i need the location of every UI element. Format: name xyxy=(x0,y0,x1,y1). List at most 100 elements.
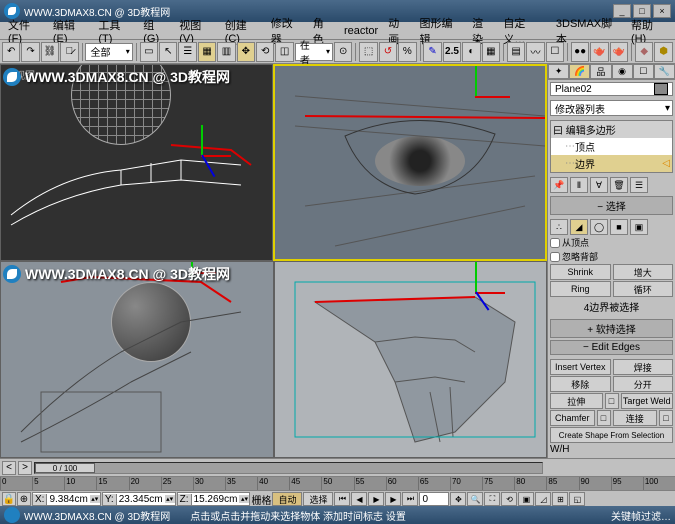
tab-utils[interactable]: 🔧 xyxy=(654,64,675,79)
tab-motion[interactable]: ◉ xyxy=(612,64,633,79)
insert-vertex-button[interactable]: Insert Vertex xyxy=(550,359,611,375)
select-name-button[interactable]: ☰ xyxy=(178,42,196,62)
coord-y[interactable]: Y:23.345cm▴▾ xyxy=(102,492,176,506)
filter-button[interactable]: ▥ xyxy=(217,42,235,62)
move-gizmo-br[interactable] xyxy=(475,292,515,332)
pin-stack-icon[interactable]: 📌 xyxy=(550,177,568,193)
stack-vertex[interactable]: ⋯ 顶点 xyxy=(551,138,672,155)
rollout-selection[interactable]: − 选择 xyxy=(550,196,673,215)
render-setup-button[interactable]: 🫖 xyxy=(590,42,608,62)
coord-dropdown[interactable]: 在者 xyxy=(295,43,333,61)
viewport-bottom-right[interactable] xyxy=(274,261,548,458)
by-vertex-check[interactable] xyxy=(550,238,560,248)
connect-button[interactable]: 连接 xyxy=(613,410,658,426)
pan-view-icon[interactable]: ✥ xyxy=(450,492,466,506)
tab-display[interactable]: ☐ xyxy=(633,64,654,79)
chamfer-settings-icon[interactable]: □ xyxy=(597,410,611,426)
unique-icon[interactable]: ∀ xyxy=(590,177,608,193)
curve-editor-button[interactable]: 〰 xyxy=(526,42,544,62)
layers-button[interactable]: ▤ xyxy=(507,42,525,62)
zoom-all-icon[interactable]: ⊞ xyxy=(552,492,568,506)
zoom-extents-icon[interactable]: ⛶ xyxy=(484,492,500,506)
subobj-poly-icon[interactable]: ■ xyxy=(610,219,628,235)
percent-snap-button[interactable]: % xyxy=(398,42,416,62)
snap-button[interactable]: ⬚ xyxy=(359,42,377,62)
maximize-vp-icon[interactable]: ▣ xyxy=(518,492,534,506)
material-editor-button[interactable]: ●● xyxy=(571,42,589,62)
current-frame-field[interactable]: 0▴▾ xyxy=(419,492,449,506)
connect-settings-icon[interactable]: □ xyxy=(659,410,673,426)
link-button[interactable]: ⛓ xyxy=(41,42,59,62)
weld-button[interactable]: 焊接 xyxy=(613,359,674,375)
delete-icon[interactable]: ◆ xyxy=(635,42,653,62)
named-sel-button[interactable]: ✎ xyxy=(423,42,441,62)
redo-button[interactable]: ↷ xyxy=(21,42,39,62)
ignore-backface-check[interactable] xyxy=(550,252,560,262)
min-max-icon[interactable]: ◱ xyxy=(569,492,585,506)
move-button[interactable]: ✥ xyxy=(237,42,255,62)
create-shape-button[interactable]: Create Shape From Selection xyxy=(550,427,673,443)
stack-border[interactable]: ⋯ 边框 xyxy=(551,172,672,173)
zoom-view-icon[interactable]: 🔍 xyxy=(467,492,483,506)
align-button[interactable]: ◐ xyxy=(462,42,480,62)
orbit-view-icon[interactable]: ⟲ xyxy=(501,492,517,506)
coord-z[interactable]: Z:15.269cm▴▾ xyxy=(177,492,251,506)
menu-tools[interactable]: 工具(T) xyxy=(94,16,137,46)
subobj-element-icon[interactable]: ▣ xyxy=(630,219,648,235)
extrude-button[interactable]: 拉伸 xyxy=(550,393,603,409)
angle-snap-button[interactable]: ↺ xyxy=(379,42,397,62)
set-key-button[interactable]: 选择 xyxy=(303,492,333,506)
object-color-swatch[interactable] xyxy=(654,83,668,95)
configure-icon[interactable]: ☰ xyxy=(630,177,648,193)
modifier-stack[interactable]: 曰 编辑多边形 ⋯ 顶点 ⋯ 边界 ◁ ⋯ 边框 ⋯ 多边形 ⋯ 元素 xyxy=(550,120,673,173)
time-config-icon[interactable]: < xyxy=(2,461,16,475)
play-icon[interactable]: ▶ xyxy=(368,492,384,506)
goto-end-icon[interactable]: ⏭ xyxy=(402,492,418,506)
rotate-button[interactable]: ⟲ xyxy=(256,42,274,62)
time-slider[interactable]: 0 / 100 xyxy=(34,462,543,474)
object-name-field[interactable]: Plane02 xyxy=(550,82,673,96)
auto-key-button[interactable]: 自动 xyxy=(272,492,302,506)
unlink-button[interactable]: ⛓̷ xyxy=(60,42,78,62)
render-button[interactable]: 🫖 xyxy=(610,42,628,62)
subobj-vertex-icon[interactable]: ∴ xyxy=(550,219,568,235)
time-slider-handle[interactable]: 0 / 100 xyxy=(35,463,95,473)
fov-icon[interactable]: ◿ xyxy=(535,492,551,506)
select-button[interactable]: ▭ xyxy=(140,42,158,62)
remove-button[interactable]: 移除 xyxy=(550,376,611,392)
selection-scope-dropdown[interactable]: 全部 xyxy=(85,43,132,61)
key-filter-label[interactable]: 关键帧过滤… xyxy=(611,508,671,523)
loop-button[interactable]: 循环 xyxy=(613,281,674,297)
coord-x[interactable]: X:9.384cm▴▾ xyxy=(32,492,101,506)
stack-editpoly[interactable]: 曰 编辑多边形 xyxy=(551,121,672,138)
viewport-top-right[interactable] xyxy=(273,64,548,261)
cursor-arrow-icon[interactable]: ↖ xyxy=(159,42,177,62)
undo-button[interactable]: ↶ xyxy=(2,42,20,62)
tab-create[interactable]: ✦ xyxy=(548,64,569,79)
schematic-button[interactable]: ☐ xyxy=(546,42,564,62)
tab-hierarchy[interactable]: 品 xyxy=(590,64,611,79)
remove-mod-icon[interactable]: 🗑 xyxy=(610,177,628,193)
rollout-editedges[interactable]: − Edit Edges xyxy=(550,340,673,355)
split-button[interactable]: 分开 xyxy=(613,376,674,392)
modifier-list-dropdown[interactable]: 修改器列表 xyxy=(550,100,673,116)
move-gizmo-active[interactable] xyxy=(475,96,515,136)
shrink-button[interactable]: Shrink xyxy=(550,264,611,280)
grow-button[interactable]: 增大 xyxy=(613,264,674,280)
lock-icon[interactable]: 🔒 xyxy=(2,492,16,506)
prev-frame-icon[interactable]: ◀ xyxy=(351,492,367,506)
array-button[interactable]: ▦ xyxy=(482,42,500,62)
viewport-bottom-left[interactable]: WWW.3DMAX8.CN @ 3D教程网 xyxy=(0,261,274,458)
mirror-button[interactable]: 2.5 xyxy=(443,42,461,62)
select-region-button[interactable]: ▦ xyxy=(198,42,216,62)
rollout-softsel[interactable]: + 软持选择 xyxy=(550,319,673,338)
next-frame-icon[interactable]: ▶ xyxy=(385,492,401,506)
show-end-icon[interactable]: Ⅱ xyxy=(570,177,588,193)
extrude-settings-icon[interactable]: □ xyxy=(605,393,619,409)
menu-reactor[interactable]: reactor xyxy=(340,24,382,38)
time-config2-icon[interactable]: > xyxy=(18,461,32,475)
timeline-ruler[interactable]: 0510152025303540455055606570758085909510… xyxy=(0,477,675,491)
stack-icon[interactable]: ⬢ xyxy=(654,42,672,62)
scale-button[interactable]: ◫ xyxy=(275,42,293,62)
target-weld-button[interactable]: Target Weld xyxy=(621,393,674,409)
